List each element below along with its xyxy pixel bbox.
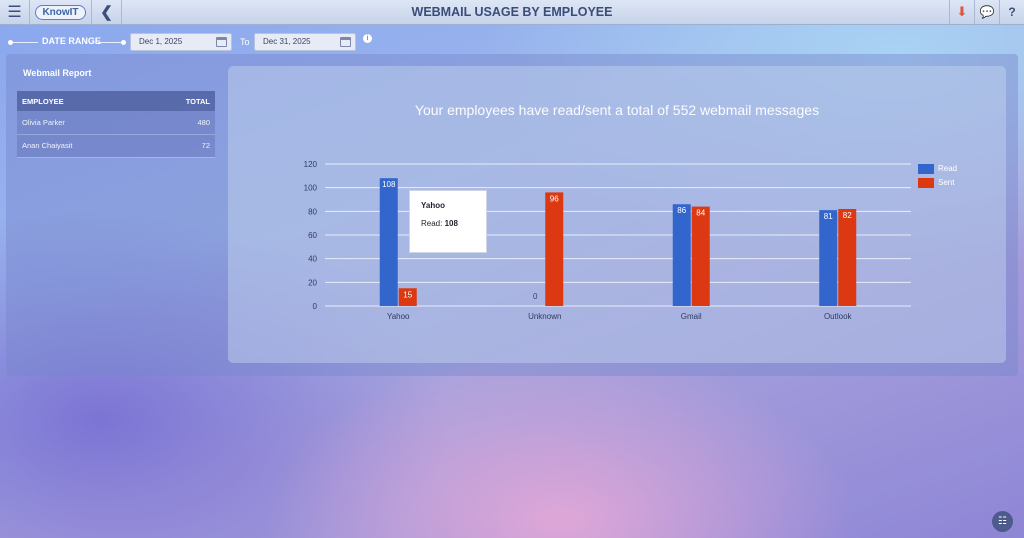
knowit-logo: KnowIT bbox=[35, 4, 86, 20]
column-header-total[interactable]: TOTAL bbox=[143, 91, 215, 111]
list-menu-button[interactable]: ☷ bbox=[992, 511, 1013, 532]
data-label: 84 bbox=[696, 209, 705, 218]
chart-bar bbox=[379, 178, 398, 306]
date-range-to-label: To bbox=[240, 37, 250, 47]
logo-container[interactable]: KnowIT bbox=[30, 0, 92, 25]
x-tick-label: Outlook bbox=[824, 312, 853, 321]
start-date-input[interactable]: Dec 1, 2025 bbox=[130, 33, 232, 51]
main-panel: Webmail Report EMPLOYEE TOTAL Olivia Par… bbox=[6, 54, 1018, 376]
legend-label: Sent bbox=[938, 178, 955, 187]
tooltip-value-line: Read: 108 bbox=[421, 219, 486, 228]
x-tick-label: Unknown bbox=[528, 312, 561, 321]
data-label: 0 bbox=[533, 292, 538, 301]
chart-bar bbox=[672, 204, 691, 306]
table-header-row: EMPLOYEE TOTAL bbox=[17, 91, 215, 111]
menu-icon[interactable]: ☰ bbox=[0, 0, 30, 25]
y-tick-label: 60 bbox=[308, 231, 317, 240]
end-date-value: Dec 31, 2025 bbox=[263, 37, 311, 46]
y-tick-label: 20 bbox=[308, 278, 317, 287]
y-tick-label: 0 bbox=[313, 302, 318, 311]
date-range-dot-right bbox=[121, 40, 126, 45]
data-label: 81 bbox=[824, 212, 833, 221]
chart-bar bbox=[819, 210, 838, 306]
start-date-value: Dec 1, 2025 bbox=[139, 37, 183, 46]
y-tick-label: 40 bbox=[308, 255, 317, 264]
date-range-row: DATE RANGE Dec 1, 2025 To Dec 31, 2025 i bbox=[0, 33, 400, 51]
chat-icon[interactable]: 💬 bbox=[974, 0, 999, 25]
table-row[interactable]: Anan Chaiyasit 72 bbox=[17, 134, 215, 158]
tooltip-title: Yahoo bbox=[421, 201, 446, 210]
tooltip-value: 108 bbox=[444, 219, 458, 228]
employee-total: 480 bbox=[143, 111, 215, 135]
date-range-line-left bbox=[12, 42, 38, 43]
legend-swatch bbox=[918, 164, 934, 174]
data-label: 82 bbox=[843, 211, 852, 220]
chart-bar bbox=[545, 192, 564, 306]
report-title: Webmail Report bbox=[23, 68, 92, 78]
employee-name[interactable]: Anan Chaiyasit bbox=[17, 134, 144, 158]
tooltip-label: Read: bbox=[421, 219, 443, 228]
legend-label: Read bbox=[938, 164, 957, 173]
table-row[interactable]: Olivia Parker 480 bbox=[17, 111, 215, 135]
column-header-employee[interactable]: EMPLOYEE bbox=[17, 91, 144, 111]
chart-bar bbox=[691, 206, 710, 306]
download-icon[interactable]: ⬇ bbox=[949, 0, 974, 25]
chart-bar bbox=[838, 208, 857, 306]
employee-table: EMPLOYEE TOTAL Olivia Parker 480 Anan Ch… bbox=[17, 91, 215, 158]
help-icon[interactable]: ? bbox=[999, 0, 1024, 25]
back-arrow-icon[interactable]: ❮ bbox=[92, 0, 122, 25]
data-label: 86 bbox=[677, 206, 686, 215]
end-date-input[interactable]: Dec 31, 2025 bbox=[254, 33, 356, 51]
legend-swatch bbox=[918, 178, 934, 188]
chart-tooltip: Yahoo Read: 108 bbox=[409, 190, 487, 253]
date-range-label: DATE RANGE bbox=[42, 36, 101, 46]
employee-total: 72 bbox=[143, 134, 215, 158]
y-tick-label: 100 bbox=[304, 184, 318, 193]
top-bar: ☰ KnowIT ❮ ⬇ 💬 ? bbox=[0, 0, 1024, 25]
calendar-icon[interactable] bbox=[340, 37, 351, 47]
x-tick-label: Yahoo bbox=[387, 312, 410, 321]
data-label: 108 bbox=[382, 180, 396, 189]
y-tick-label: 80 bbox=[308, 207, 317, 216]
calendar-icon[interactable] bbox=[216, 37, 227, 47]
data-label: 15 bbox=[403, 290, 412, 299]
bar-chart: 0 20 40 60 80 100 120 Yahoo 108 15 Unknown 0 96 Gmail… bbox=[304, 160, 957, 321]
y-tick-label: 120 bbox=[304, 160, 318, 169]
employee-name[interactable]: Olivia Parker bbox=[17, 111, 144, 135]
x-tick-label: Gmail bbox=[681, 312, 702, 321]
data-label: 96 bbox=[550, 194, 559, 203]
date-range-line-right bbox=[98, 42, 122, 43]
info-icon[interactable]: i bbox=[363, 34, 372, 43]
chart-card: Your employees have read/sent a total of… bbox=[228, 66, 1006, 363]
